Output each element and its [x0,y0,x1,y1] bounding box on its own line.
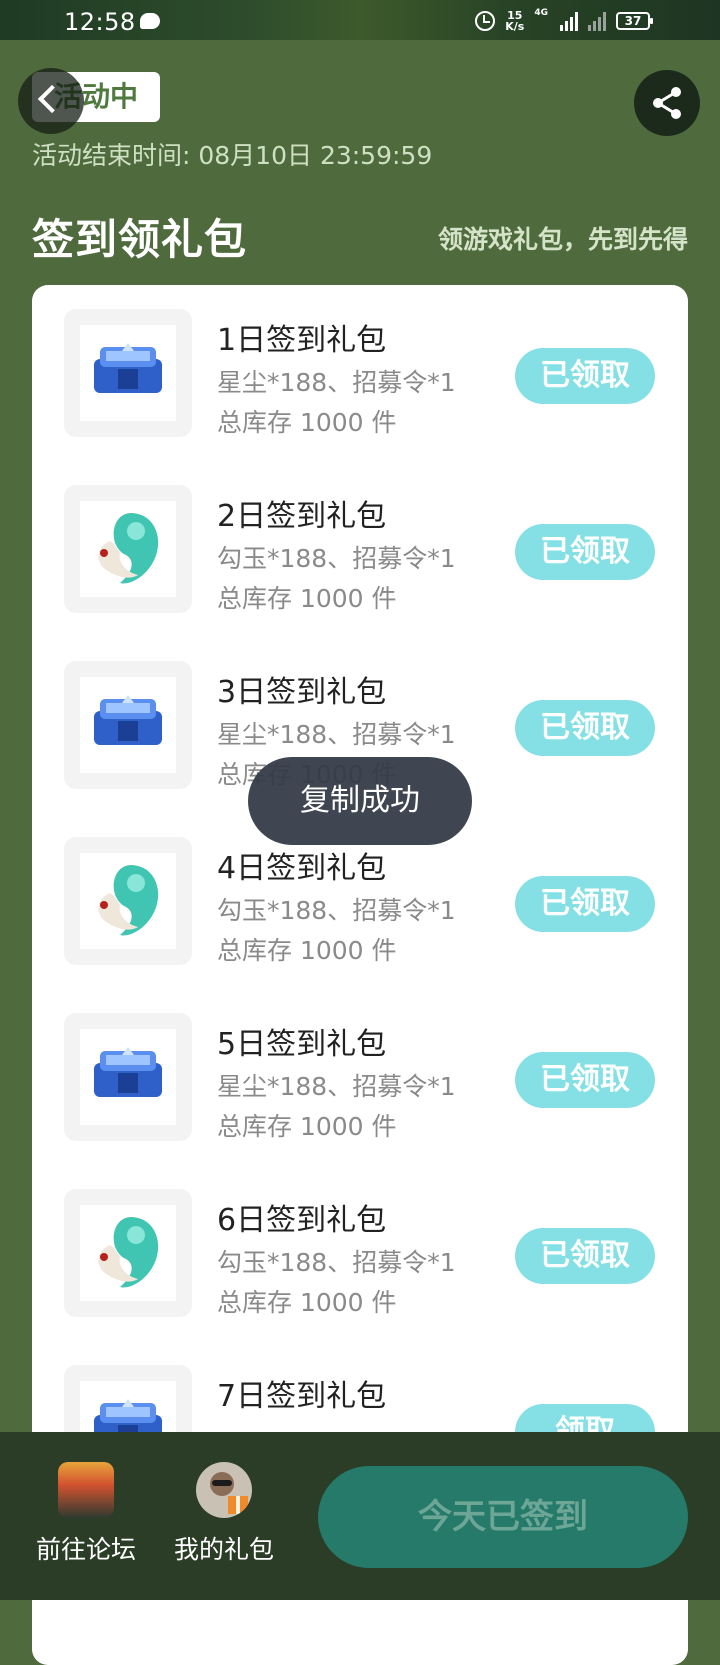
bottom-bar: 前往论坛 我的礼包 今天已签到 [0,1432,720,1600]
gift-contents: 勾玉*188、招募令*1 [217,896,456,925]
my-gifts-avatar-icon [196,1462,252,1518]
claim-button[interactable]: 已领取 [515,700,655,756]
gift-thumbnail [64,309,192,437]
gift-thumbnail [64,485,192,613]
gift-thumbnail [64,661,192,789]
gift-title: 7日签到礼包 [217,1379,387,1414]
activity-end-time: 活动结束时间: 08月10日 23:59:59 [32,141,433,170]
battery-icon: 37 [616,12,653,30]
network-speed: 15 K/s [505,10,524,32]
blue-chest-icon [80,325,176,421]
gift-title: 3日签到礼包 [217,675,387,710]
checkin-button[interactable]: 今天已签到 [318,1466,688,1568]
gift-title: 4日签到礼包 [217,851,387,886]
blue-chest-icon [80,1029,176,1125]
gift-title: 2日签到礼包 [217,499,387,534]
status-indicators: 15 K/s 4G 37 [475,8,653,34]
section-subtitle: 领游戏礼包，先到先得 [437,225,688,254]
forum-avatar-icon [58,1462,114,1518]
claim-button[interactable]: 已领取 [515,524,655,580]
status-bar: 12:58 15 K/s 4G 37 [0,0,720,40]
jade-magatama-icon [80,1205,176,1301]
message-notification-icon [140,13,160,29]
gift-stock: 总库存 1000 件 [217,1112,397,1141]
gift-contents: 星尘*188、招募令*1 [217,720,456,749]
my-gifts-button[interactable]: 我的礼包 [164,1462,284,1566]
status-time: 12:58 [64,8,136,36]
gift-stock: 总库存 1000 件 [217,408,397,437]
alarm-icon [475,11,496,31]
signal-strength-icon [560,11,578,31]
gift-stock: 总库存 1000 件 [217,1288,397,1317]
section-title: 签到领礼包 [32,215,248,264]
gift-title: 6日签到礼包 [217,1203,387,1238]
gift-thumbnail [64,1013,192,1141]
gift-row: 2日签到礼包勾玉*188、招募令*1 总库存 1000 件 已领取 [32,461,688,641]
claim-button[interactable]: 已领取 [515,348,655,404]
share-icon [653,87,681,119]
forum-label: 前往论坛 [35,1535,136,1564]
jade-magatama-icon [80,853,176,949]
forum-button[interactable]: 前往论坛 [26,1462,146,1566]
toast-message: 复制成功 [248,757,472,845]
my-gifts-label: 我的礼包 [173,1535,274,1564]
claim-button[interactable]: 已领取 [515,1052,655,1108]
gift-row: 1日签到礼包星尘*188、招募令*1 总库存 1000 件 已领取 [32,285,688,465]
gift-row: 6日签到礼包勾玉*188、招募令*1 总库存 1000 件 已领取 [32,1165,688,1345]
blue-chest-icon [80,677,176,773]
gift-contents: 勾玉*188、招募令*1 [217,544,456,573]
gift-stock: 总库存 1000 件 [217,936,397,965]
gift-thumbnail [64,1189,192,1317]
gift-thumbnail [64,837,192,965]
gift-row: 5日签到礼包星尘*188、招募令*1 总库存 1000 件 已领取 [32,989,688,1169]
gift-contents: 勾玉*188、招募令*1 [217,1248,456,1277]
network-type: 4G [534,8,548,18]
signal-strength-sim2-icon [588,11,606,31]
gift-contents: 星尘*188、招募令*1 [217,368,456,397]
gift-title: 1日签到礼包 [217,323,387,358]
gift-title: 5日签到礼包 [217,1027,387,1062]
gift-box-icon [210,1472,248,1514]
network-speed-unit: K/s [505,20,525,33]
gift-contents: 星尘*188、招募令*1 [217,1072,456,1101]
share-button[interactable] [634,70,700,136]
gift-stock: 总库存 1000 件 [217,584,397,613]
claim-button[interactable]: 已领取 [515,1228,655,1284]
claim-button[interactable]: 已领取 [515,876,655,932]
jade-magatama-icon [80,501,176,597]
